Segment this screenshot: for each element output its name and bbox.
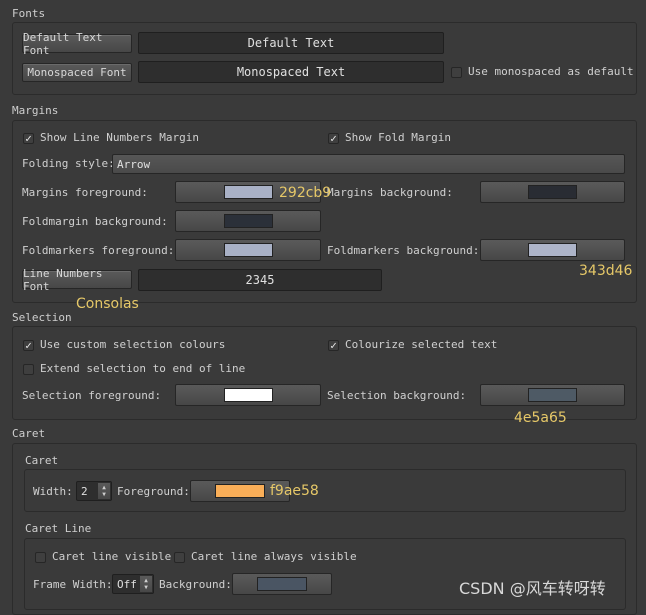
default-text-preview: Default Text	[138, 32, 444, 54]
caret-line-title: Caret Line	[25, 522, 92, 535]
foldmarkers-background-color-button[interactable]	[480, 239, 625, 261]
caret-line-background-color-button[interactable]	[232, 573, 332, 595]
show-line-numbers-checkbox[interactable]: ✓	[23, 133, 34, 144]
folding-style-label: Folding style:	[22, 157, 115, 170]
colourize-selected-label: Colourize selected text	[345, 338, 498, 351]
caret-line-background-label: Background:	[159, 578, 232, 591]
frame-width-label: Frame Width:	[33, 578, 113, 591]
line-numbers-font-button[interactable]: Line Numbers Font	[22, 267, 132, 293]
foldmarkers-foreground-color-button[interactable]	[175, 239, 321, 261]
caret-inner-groupbox	[24, 469, 626, 512]
margins-foreground-label: Margins foreground:	[22, 186, 148, 199]
margins-foreground-swatch	[223, 185, 273, 199]
csdn-watermark: CSDN @风车转呀转	[459, 579, 606, 598]
caret-width-value: 2	[81, 484, 88, 498]
spin-arrows-icon[interactable]: ▲ ▼	[140, 576, 152, 592]
caret-line-visible-label: Caret line visible	[52, 550, 172, 563]
use-monospaced-default-checkbox[interactable]	[451, 67, 462, 78]
annotation-selection-bg-hex: 4e5a65	[514, 410, 567, 426]
selection-foreground-color-button[interactable]	[175, 384, 321, 406]
line-numbers-font-preview: 2345	[138, 269, 382, 291]
use-custom-selection-label: Use custom selection colours	[40, 338, 226, 351]
caret-foreground-swatch	[215, 484, 265, 498]
monospaced-text-preview: Monospaced Text	[138, 61, 444, 83]
extend-selection-eol-label: Extend selection to end of line	[40, 362, 246, 375]
foldmargin-background-label: Foldmargin background:	[22, 215, 168, 228]
selection-foreground-label: Selection foreground:	[22, 389, 162, 402]
spin-arrows-icon[interactable]: ▲ ▼	[98, 483, 110, 499]
show-fold-margin-label: Show Fold Margin	[345, 131, 451, 144]
caret-inner-title: Caret	[25, 454, 59, 467]
check-mark-icon: ✓	[25, 339, 32, 352]
check-mark-icon: ✓	[330, 132, 337, 145]
foldmarkers-background-swatch	[528, 243, 577, 257]
selection-section-title: Selection	[12, 311, 72, 324]
check-mark-icon: ✓	[25, 132, 32, 145]
margins-background-label: Margins background:	[327, 186, 453, 199]
selection-background-color-button[interactable]	[480, 384, 625, 406]
selection-background-swatch	[528, 388, 577, 402]
annotation-margins-fg-hex: 292cb9	[279, 185, 332, 201]
frame-width-value: Off	[117, 577, 137, 591]
caret-section-title: Caret	[12, 427, 46, 440]
caret-line-visible-checkbox[interactable]	[35, 552, 46, 563]
caret-line-always-visible-label: Caret line always visible	[191, 550, 357, 563]
check-mark-icon: ✓	[330, 339, 337, 352]
margins-background-color-button[interactable]	[480, 181, 625, 203]
caret-width-label: Width:	[33, 485, 73, 498]
default-text-font-button[interactable]: Default Text Font	[22, 31, 132, 57]
colourize-selected-checkbox[interactable]: ✓	[328, 340, 339, 351]
selection-foreground-swatch	[223, 388, 273, 402]
show-fold-margin-checkbox[interactable]: ✓	[328, 133, 339, 144]
selection-background-label: Selection background:	[327, 389, 467, 402]
foldmarkers-foreground-swatch	[223, 243, 273, 257]
caret-foreground-label: Foreground:	[117, 485, 190, 498]
frame-width-spinbox[interactable]: Off ▲ ▼	[112, 574, 154, 594]
annotation-foldmarkers-bg-hex: 343d46	[579, 263, 633, 279]
extend-selection-eol-checkbox[interactable]	[23, 364, 34, 375]
use-monospaced-default-label: Use monospaced as default	[468, 65, 634, 78]
foldmarkers-foreground-label: Foldmarkers foreground:	[22, 244, 175, 257]
margins-background-swatch	[528, 185, 577, 199]
annotation-line-font-name: Consolas	[76, 296, 139, 312]
fonts-section-title: Fonts	[12, 7, 46, 20]
show-line-numbers-label: Show Line Numbers Margin	[40, 131, 199, 144]
caret-line-background-swatch	[257, 577, 307, 591]
foldmargin-background-color-button[interactable]	[175, 210, 321, 232]
annotation-caret-fg-hex: f9ae58	[270, 483, 319, 499]
foldmargin-background-swatch	[223, 214, 273, 228]
margins-section-title: Margins	[12, 104, 59, 117]
foldmarkers-background-label: Foldmarkers background:	[327, 244, 480, 257]
use-custom-selection-checkbox[interactable]: ✓	[23, 340, 34, 351]
monospaced-font-button[interactable]: Monospaced Font	[22, 63, 132, 82]
folding-style-select[interactable]: Arrow	[112, 154, 625, 174]
caret-width-spinbox[interactable]: 2 ▲ ▼	[76, 481, 112, 501]
caret-line-always-visible-checkbox[interactable]	[174, 552, 185, 563]
